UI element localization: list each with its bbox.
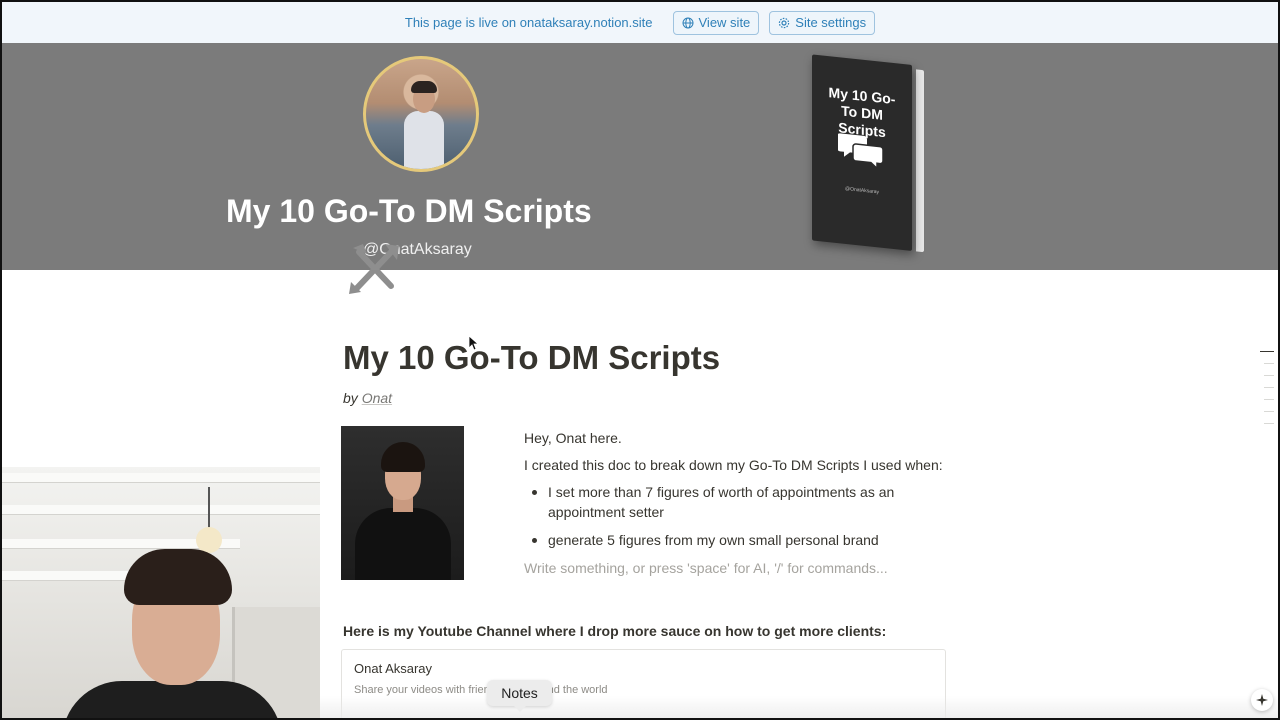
bottom-fade	[320, 696, 1280, 720]
author-portrait-image[interactable]	[341, 426, 464, 580]
byline-prefix: by	[343, 390, 358, 406]
chat-bubbles-icon	[838, 133, 884, 170]
author-link[interactable]: Onat	[362, 390, 392, 406]
ai-assistant-button[interactable]	[1251, 689, 1273, 711]
byline: by Onat	[343, 390, 392, 406]
intro-bullet-list: I set more than 7 figures of worth of ap…	[524, 482, 954, 550]
webcam-overlay	[0, 467, 320, 720]
site-settings-label: Site settings	[795, 15, 867, 30]
view-site-button[interactable]: View site	[672, 10, 760, 35]
ebook-handle: @OnatAksaray	[845, 185, 879, 196]
table-of-contents-indicator[interactable]	[1260, 351, 1274, 435]
page-cover[interactable]: My 10 Go-To DM Scripts @OnatAksaray My 1…	[0, 43, 1280, 270]
ebook-mockup: My 10 Go-To DM Scripts @OnatAksaray	[812, 54, 924, 253]
notes-tooltip: Notes	[487, 680, 552, 712]
author-avatar	[363, 56, 479, 172]
intro-block: Hey, Onat here. I created this doc to br…	[524, 428, 954, 585]
embed-description: Share your videos with friends, family, …	[354, 684, 608, 696]
youtube-heading[interactable]: Here is my Youtube Channel where I drop …	[343, 623, 886, 639]
published-banner: This page is live on onataksaray.notion.…	[0, 0, 1280, 43]
live-status-text[interactable]: This page is live on onataksaray.notion.…	[405, 15, 653, 30]
cover-title: My 10 Go-To DM Scripts	[226, 193, 592, 229]
page-title[interactable]: My 10 Go-To DM Scripts	[343, 339, 720, 377]
embed-title: Onat Aksaray	[354, 661, 433, 676]
list-item[interactable]: I set more than 7 figures of worth of ap…	[524, 482, 954, 522]
site-settings-button[interactable]: Site settings	[769, 10, 876, 35]
view-site-label: View site	[698, 15, 751, 30]
intro-greeting[interactable]: Hey, Onat here.	[524, 428, 954, 448]
sparkle-icon	[1256, 694, 1268, 706]
intro-lead[interactable]: I created this doc to break down my Go-T…	[524, 455, 954, 475]
gear-icon	[779, 17, 790, 28]
empty-block-placeholder[interactable]: Write something, or press 'space' for AI…	[524, 558, 954, 578]
list-item[interactable]: generate 5 figures from my own small per…	[524, 530, 954, 550]
globe-icon	[682, 17, 693, 28]
crossed-tools-icon[interactable]	[347, 240, 403, 296]
mouse-cursor-icon	[468, 335, 478, 351]
